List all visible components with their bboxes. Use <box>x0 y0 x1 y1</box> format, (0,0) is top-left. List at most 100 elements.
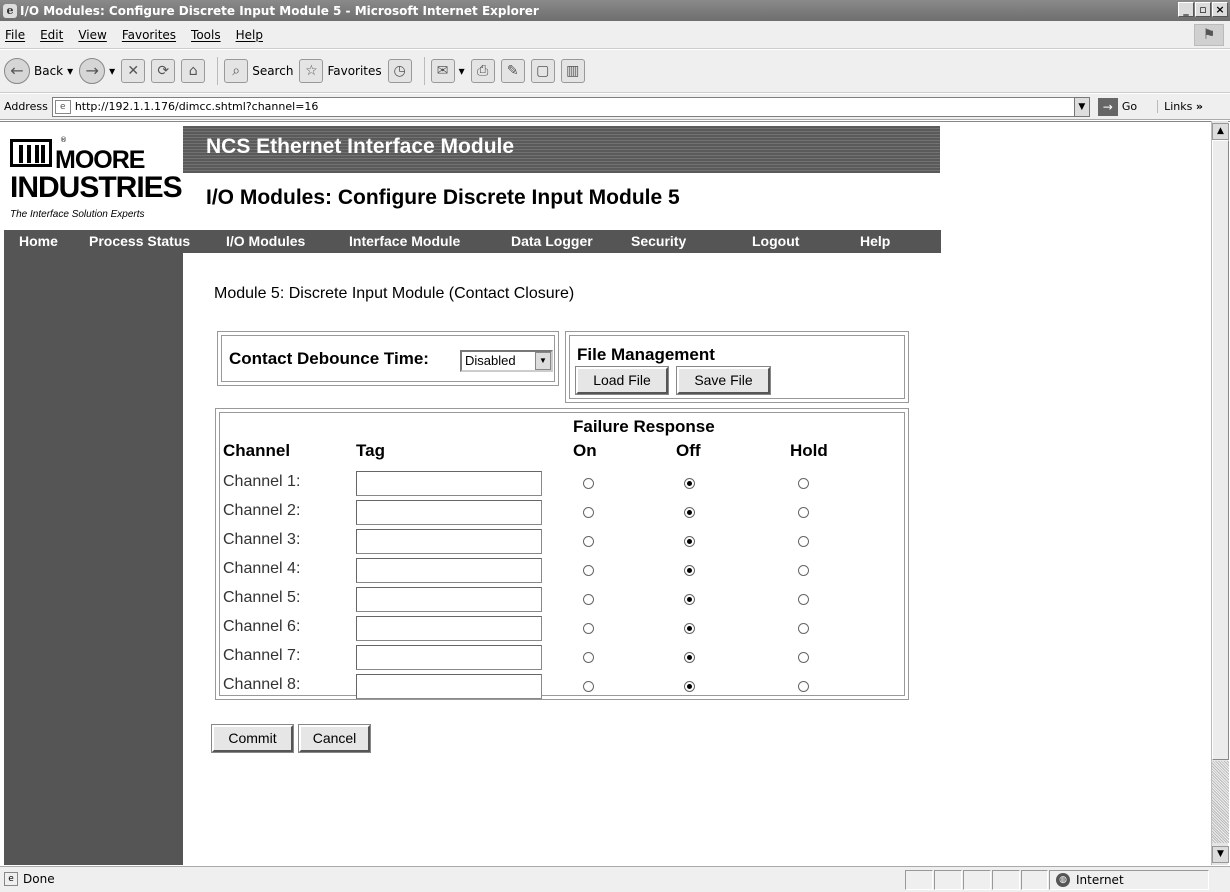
radio-off[interactable] <box>684 536 695 547</box>
history-icon[interactable]: ◷ <box>387 59 412 83</box>
radio-hold[interactable] <box>798 652 809 663</box>
address-input[interactable]: e http://192.1.1.176/dimcc.shtml?channel… <box>51 96 1090 117</box>
menu-favorites[interactable]: Favorites <box>122 28 176 42</box>
radio-hold[interactable] <box>798 594 809 605</box>
chevron-down-icon[interactable]: ▼ <box>535 352 551 370</box>
favorites-label: Favorites <box>327 64 382 78</box>
scroll-up-icon[interactable]: ▲ <box>1212 123 1229 140</box>
channel-tag-input[interactable] <box>356 471 542 496</box>
radio-on[interactable] <box>583 478 594 489</box>
commit-button[interactable]: Commit <box>211 724 294 753</box>
back-button[interactable]: ← Back ▾ <box>4 54 73 88</box>
menu-edit[interactable]: Edit <box>40 28 63 42</box>
header-banner: NCS Ethernet Interface Module <box>183 126 940 173</box>
ie-logo-icon: e <box>3 3 17 18</box>
nav-process-status[interactable]: Process Status <box>89 233 190 249</box>
menu-bar: File Edit View Favorites Tools Help ⚑ <box>0 21 1230 49</box>
radio-off[interactable] <box>684 594 695 605</box>
menu-tools[interactable]: Tools <box>191 28 221 42</box>
menu-file[interactable]: File <box>5 28 25 42</box>
go-button[interactable]: → Go <box>1097 97 1137 116</box>
radio-on[interactable] <box>583 652 594 663</box>
radio-off[interactable] <box>684 507 695 518</box>
maximize-button[interactable]: ▫ <box>1195 2 1211 17</box>
close-button[interactable]: × <box>1212 2 1228 17</box>
radio-on[interactable] <box>583 623 594 634</box>
window-title: I/O Modules: Configure Discrete Input Mo… <box>20 3 539 18</box>
radio-on[interactable] <box>583 565 594 576</box>
channel-tag-input[interactable] <box>356 674 542 699</box>
channel-label: Channel 8: <box>223 676 301 693</box>
radio-hold[interactable] <box>798 478 809 489</box>
company-logo: ® MOORE INDUSTRIES The Interface Solutio… <box>10 136 183 224</box>
window-title-bar: e I/O Modules: Configure Discrete Input … <box>0 0 1230 21</box>
forward-button[interactable]: → ▾ <box>79 54 115 88</box>
scroll-down-icon[interactable]: ▼ <box>1212 846 1229 863</box>
radio-on[interactable] <box>583 594 594 605</box>
radio-hold[interactable] <box>798 623 809 634</box>
radio-off[interactable] <box>684 478 695 489</box>
favorites-button[interactable]: ☆ Favorites <box>299 54 382 88</box>
radio-on[interactable] <box>583 507 594 518</box>
menu-help[interactable]: Help <box>236 28 263 42</box>
links-button[interactable]: Links » <box>1157 100 1203 113</box>
save-file-button[interactable]: Save File <box>676 366 771 395</box>
search-button[interactable]: ⌕ Search <box>224 54 293 88</box>
table-row: Channel 7: <box>216 644 896 673</box>
mail-dropdown-icon[interactable]: ▾ <box>459 64 465 78</box>
channel-tag-input[interactable] <box>356 616 542 641</box>
radio-on[interactable] <box>583 536 594 547</box>
channel-table: Failure Response Channel Tag On Off Hold… <box>215 408 909 700</box>
radio-hold[interactable] <box>798 507 809 518</box>
debounce-value: Disabled <box>465 353 516 368</box>
debounce-select[interactable]: Disabled ▼ <box>460 350 553 372</box>
forward-dropdown-icon[interactable]: ▾ <box>109 64 115 78</box>
address-dropdown-icon[interactable]: ▼ <box>1073 96 1090 117</box>
radio-hold[interactable] <box>798 565 809 576</box>
minimize-button[interactable]: _ <box>1178 2 1194 17</box>
vertical-scrollbar[interactable]: ▲ ▼ <box>1211 121 1229 865</box>
scrollbar-thumb[interactable] <box>1212 140 1229 760</box>
channel-tag-input[interactable] <box>356 529 542 554</box>
radio-off[interactable] <box>684 623 695 634</box>
load-file-button[interactable]: Load File <box>575 366 669 395</box>
radio-hold[interactable] <box>798 536 809 547</box>
table-row: Channel 1: <box>216 470 896 499</box>
nav-logout[interactable]: Logout <box>752 233 799 249</box>
nav-help[interactable]: Help <box>860 233 890 249</box>
radio-hold[interactable] <box>798 681 809 692</box>
refresh-icon[interactable]: ⟳ <box>151 59 176 83</box>
radio-on[interactable] <box>583 681 594 692</box>
back-label: Back <box>34 64 64 78</box>
address-url[interactable]: http://192.1.1.176/dimcc.shtml?channel=1… <box>75 100 319 113</box>
go-arrow-icon: → <box>1097 97 1118 116</box>
home-icon[interactable]: ⌂ <box>181 59 206 83</box>
channel-tag-input[interactable] <box>356 500 542 525</box>
cancel-button[interactable]: Cancel <box>298 724 371 753</box>
research-icon[interactable]: ▥ <box>560 59 585 83</box>
radio-off[interactable] <box>684 652 695 663</box>
failure-response-header: Failure Response <box>573 417 715 436</box>
radio-off[interactable] <box>684 565 695 576</box>
channel-tag-input[interactable] <box>356 587 542 612</box>
nav-security[interactable]: Security <box>631 233 686 249</box>
channel-tag-input[interactable] <box>356 558 542 583</box>
nav-home[interactable]: Home <box>19 233 58 249</box>
nav-data-logger[interactable]: Data Logger <box>511 233 593 249</box>
nav-io-modules[interactable]: I/O Modules <box>226 233 305 249</box>
address-label: Address <box>4 100 48 113</box>
radio-off[interactable] <box>684 681 695 692</box>
discuss-icon[interactable]: ▢ <box>530 59 555 83</box>
menu-view[interactable]: View <box>78 28 106 42</box>
channel-tag-input[interactable] <box>356 645 542 670</box>
back-dropdown-icon[interactable]: ▾ <box>67 64 73 78</box>
nav-interface-module[interactable]: Interface Module <box>349 233 460 249</box>
off-header: Off <box>676 441 701 460</box>
module-heading: Module 5: Discrete Input Module (Contact… <box>214 285 575 302</box>
stop-icon[interactable]: ✕ <box>121 59 146 83</box>
links-label: Links <box>1164 100 1193 113</box>
print-icon[interactable]: ⎙ <box>470 59 495 83</box>
mail-icon[interactable]: ✉ <box>430 59 455 83</box>
edit-icon[interactable]: ✎ <box>500 59 525 83</box>
scrollbar-track[interactable] <box>1212 761 1229 843</box>
